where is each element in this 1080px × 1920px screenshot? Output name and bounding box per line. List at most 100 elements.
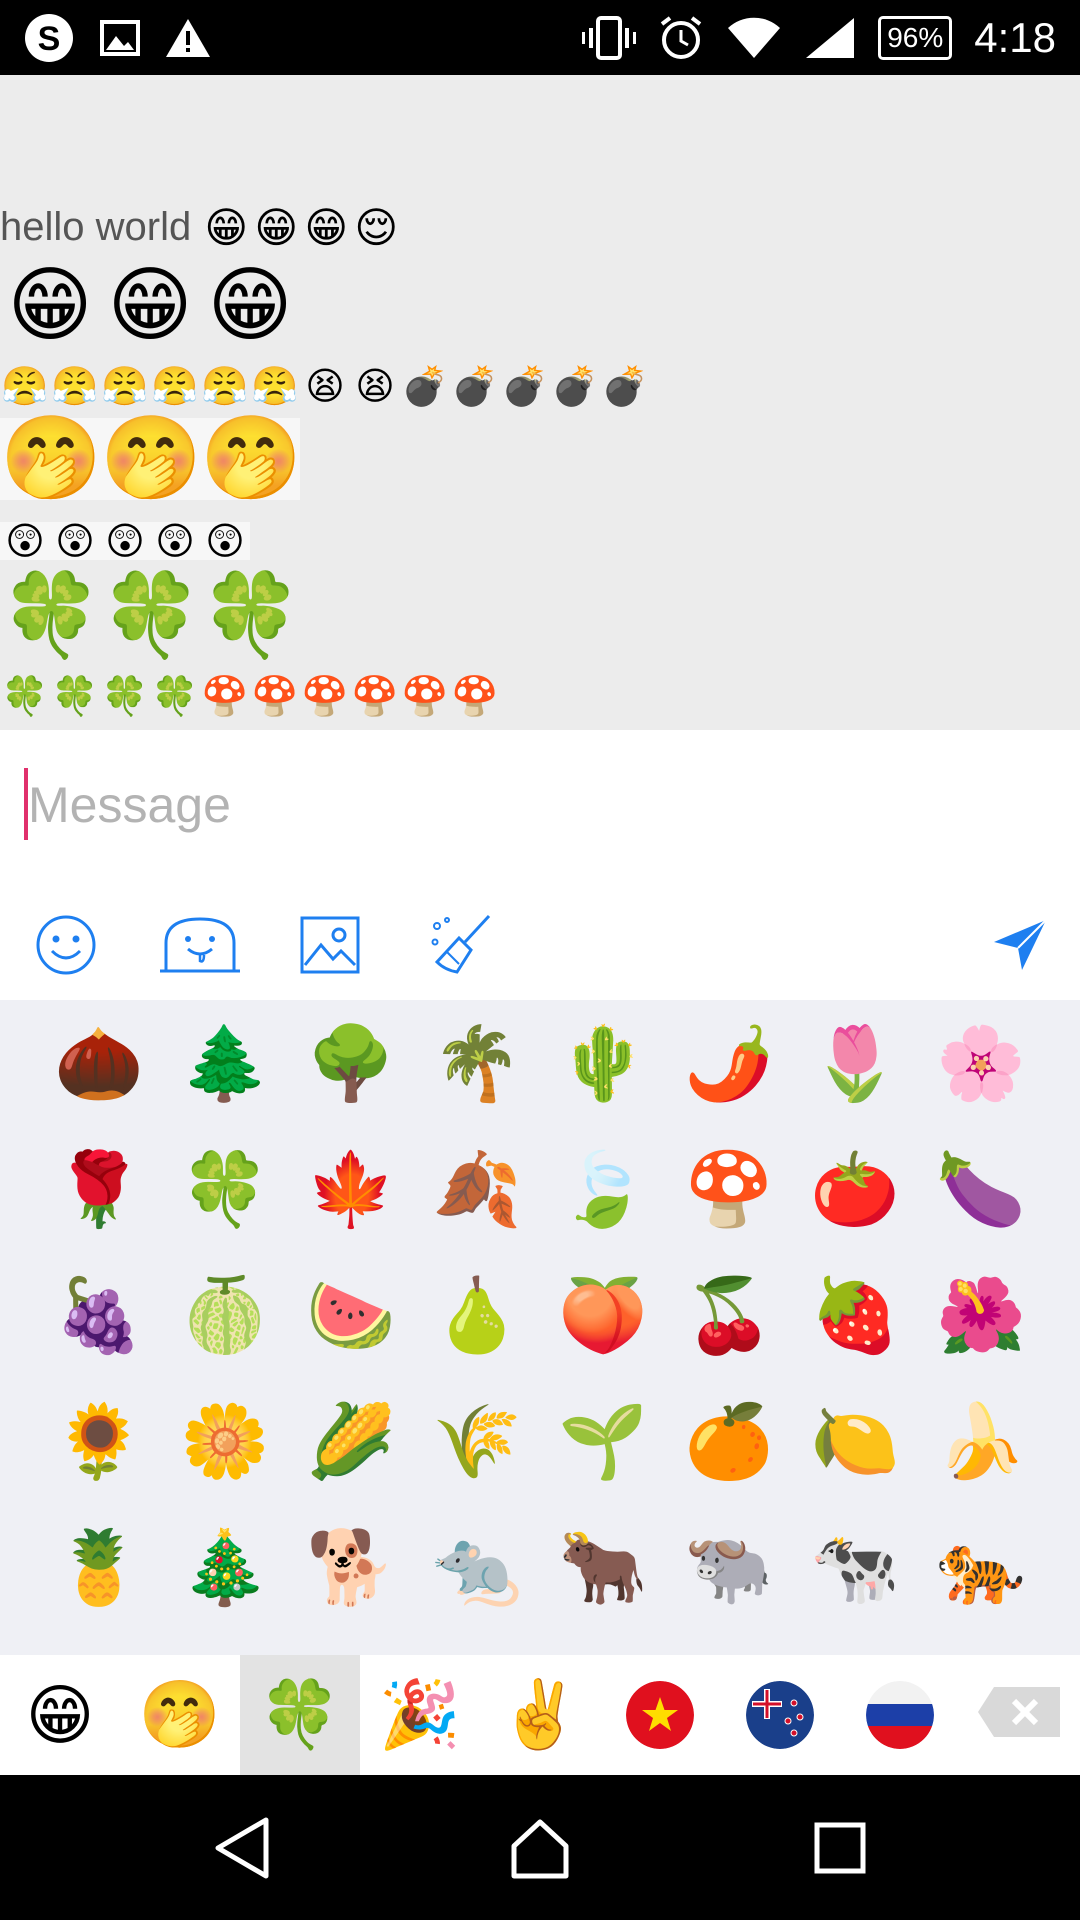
clock: 4:18 [974, 13, 1056, 61]
emoji-key[interactable]: 🍊 [666, 1378, 792, 1504]
backspace-icon[interactable] [976, 1685, 1062, 1743]
message-input[interactable] [26, 766, 1030, 844]
clear-brush-icon[interactable] [422, 905, 502, 985]
emoji-key[interactable]: 🍀 [162, 1126, 288, 1252]
category-tab-symbols[interactable]: ✌️ [480, 1655, 600, 1775]
emoji: 💣 [401, 364, 449, 408]
sticker-icon[interactable] [157, 905, 243, 985]
category-tab-smileys[interactable]: 😁 [0, 1655, 120, 1775]
emoji-key[interactable]: 🍃 [540, 1126, 666, 1252]
emoji: 🤭 [0, 411, 103, 506]
category-tab-objects[interactable]: 🎉 [360, 1655, 480, 1775]
emoji: 😁 [254, 202, 299, 252]
emoji-key[interactable]: 🍄 [666, 1126, 792, 1252]
emoji-key[interactable]: 🌺 [918, 1252, 1044, 1378]
emoji-key[interactable]: 🌰 [36, 1000, 162, 1126]
category-tab-flag-new-zealand[interactable] [720, 1655, 840, 1775]
emoji: 🍄 [401, 674, 449, 718]
emoji-key[interactable]: 🐄 [792, 1504, 918, 1630]
emoji: 💣 [451, 364, 499, 408]
recents-icon[interactable] [780, 1775, 900, 1920]
emoji-category-bar: 😁 🤭 🍀 🎉 ✌️ [0, 1655, 1080, 1775]
category-tab-people[interactable]: 🤭 [120, 1655, 240, 1775]
battery-indicator: 96% [878, 15, 953, 60]
category-tab-nature[interactable]: 🍀 [240, 1655, 360, 1775]
emoji: 🍄 [251, 674, 299, 718]
emoji-key[interactable]: 🍂 [414, 1126, 540, 1252]
emoji: 🍀 [100, 568, 203, 663]
emoji-key[interactable]: 🐃 [666, 1504, 792, 1630]
emoji: 🤭 [200, 411, 303, 506]
signal-icon [804, 16, 856, 60]
emoji-key[interactable]: 🍁 [288, 1126, 414, 1252]
emoji-key[interactable]: 🍍 [36, 1504, 162, 1630]
emoji-key[interactable]: 🌾 [414, 1378, 540, 1504]
vibrate-icon [582, 15, 637, 60]
category-tab-flag-russia[interactable] [840, 1655, 960, 1775]
home-icon[interactable] [480, 1775, 600, 1920]
emoji-key[interactable]: 🐂 [540, 1504, 666, 1630]
emoji-key[interactable]: 🌴 [414, 1000, 540, 1126]
emoji: 🍄 [351, 674, 399, 718]
status-right: 96% 4:18 [582, 0, 1056, 75]
vietnam-flag-icon [626, 1681, 694, 1749]
emoji: 💣 [501, 364, 549, 408]
warning-icon [164, 17, 212, 59]
emoji: 🍀 [0, 568, 103, 663]
emoji-key[interactable]: 🌱 [540, 1378, 666, 1504]
emoji: 🍄 [301, 674, 349, 718]
message-emoji-row: 😁 😁 😁 [0, 265, 300, 347]
emoji-key[interactable]: 🍐 [414, 1252, 540, 1378]
emoji-key[interactable]: 🍇 [36, 1252, 162, 1378]
emoji: 😌 [354, 202, 399, 252]
emoji-key[interactable]: 🍒 [666, 1252, 792, 1378]
emoji: 😲 [205, 519, 245, 563]
emoji: 😤 [201, 364, 249, 408]
emoji: 😁 [7, 258, 93, 353]
emoji-key[interactable]: 🌼 [162, 1378, 288, 1504]
emoji-key[interactable]: 🍆 [918, 1126, 1044, 1252]
emoji: 🍀 [151, 674, 199, 718]
status-bar: S 96% 4:18 [0, 0, 1080, 75]
emoji-key[interactable]: 🐅 [918, 1504, 1044, 1630]
smiley-icon[interactable] [26, 905, 106, 985]
emoji-key[interactable]: 🍉 [288, 1252, 414, 1378]
emoji-key[interactable]: 🐕 [288, 1504, 414, 1630]
emoji: 🍀 [51, 674, 99, 718]
emoji: 😤 [151, 364, 199, 408]
emoji-key[interactable]: 🌻 [36, 1378, 162, 1504]
emoji-key[interactable]: 🍌 [918, 1378, 1044, 1504]
emoji-key[interactable]: 🎄 [162, 1504, 288, 1630]
emoji: 😁 [304, 202, 349, 252]
emoji: 🍄 [451, 674, 499, 718]
emoji-key[interactable]: 🌷 [792, 1000, 918, 1126]
back-icon[interactable] [182, 1775, 302, 1920]
emoji-key[interactable]: 🍅 [792, 1126, 918, 1252]
emoji: 😲 [155, 519, 195, 563]
emoji: 😁 [107, 258, 193, 353]
emoji-key[interactable]: 🌶️ [666, 1000, 792, 1126]
send-icon[interactable] [980, 905, 1060, 985]
emoji-key[interactable]: 🌳 [288, 1000, 414, 1126]
emoji: 🍀 [1, 674, 49, 718]
category-tab-flag-vietnam[interactable] [600, 1655, 720, 1775]
emoji-key[interactable]: 🍈 [162, 1252, 288, 1378]
navigation-bar [0, 1775, 1080, 1920]
emoji: 😫 [305, 364, 345, 408]
emoji-key[interactable]: 🌹 [36, 1126, 162, 1252]
message-text-row: hello world 😁 😁 😁 😌 [0, 205, 401, 250]
emoji: 🍄 [201, 674, 249, 718]
emoji: 🍀 [101, 674, 149, 718]
emoji-key[interactable]: 🌲 [162, 1000, 288, 1126]
emoji-key[interactable]: 🍋 [792, 1378, 918, 1504]
emoji-key[interactable]: 🌽 [288, 1378, 414, 1504]
emoji: 😤 [1, 364, 49, 408]
emoji-key[interactable]: 🐀 [414, 1504, 540, 1630]
emoji-key[interactable]: 🌸 [918, 1000, 1044, 1126]
emoji-key[interactable]: 🌵 [540, 1000, 666, 1126]
skype-icon: S [22, 11, 76, 65]
emoji: 😫 [355, 364, 395, 408]
picture-icon[interactable] [290, 905, 370, 985]
emoji-key[interactable]: 🍓 [792, 1252, 918, 1378]
emoji-key[interactable]: 🍑 [540, 1252, 666, 1378]
